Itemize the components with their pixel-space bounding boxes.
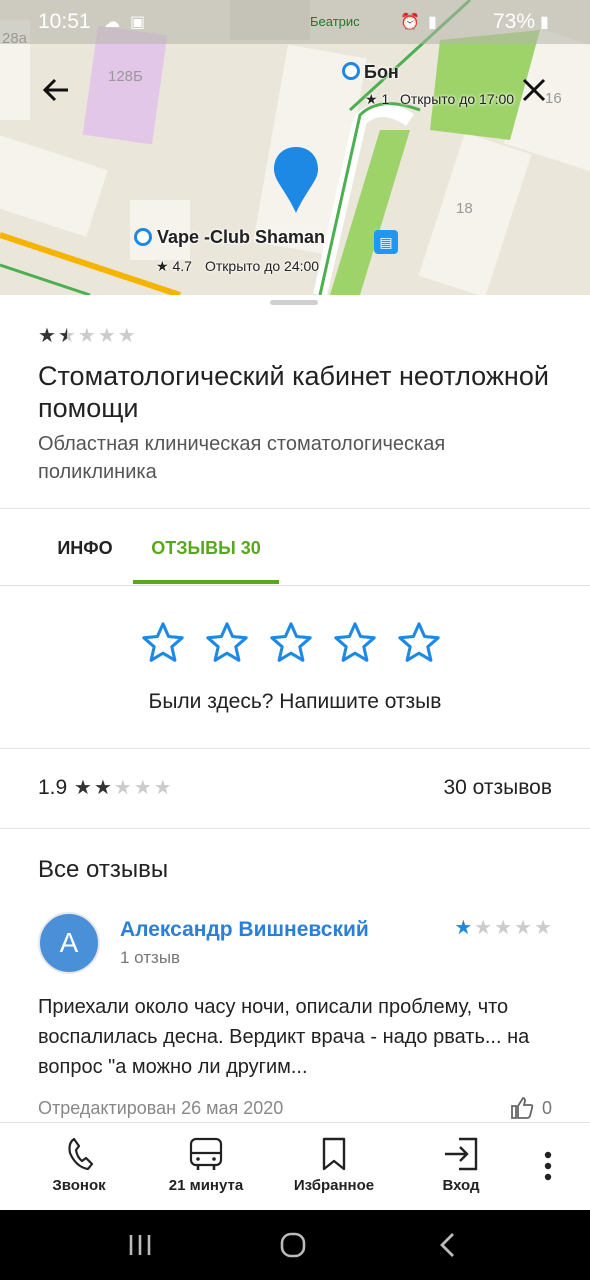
poi-hours: Открыто до 17:00: [400, 91, 515, 107]
review-author[interactable]: Александр Вишневский: [120, 918, 369, 942]
star-icon: ★: [494, 917, 513, 939]
sheet-handle[interactable]: [270, 300, 318, 305]
favorite-button[interactable]: Избранное: [288, 1137, 380, 1194]
tab-info[interactable]: ИНФО: [38, 510, 132, 586]
star-icon: ★: [514, 917, 533, 939]
cloud-icon: ☁: [104, 14, 120, 31]
place-subtitle: Областная клиническая стоматологическая …: [38, 433, 446, 483]
battery-level: 73%: [492, 10, 535, 33]
divider: [0, 748, 590, 749]
poi-rating: ★ 1: [365, 91, 390, 107]
house-number: 18: [456, 200, 473, 217]
divider: [0, 508, 590, 509]
login-label: Вход: [442, 1177, 480, 1194]
house-number: 128Б: [108, 68, 143, 85]
divider: [0, 585, 590, 586]
star-icon: ★: [74, 777, 92, 799]
status-time: 10:51: [38, 10, 91, 33]
poi-marker[interactable]: [134, 228, 152, 246]
home-button[interactable]: [273, 1230, 313, 1260]
image-icon: ▣: [130, 14, 146, 31]
map-view[interactable]: 10:51 ☁ ▣ Беатрис ⏰ ▮ 73% ▮ 28а 128Б 16 …: [0, 0, 590, 295]
summary-stars: ★ ★ ★ ★ ★: [74, 778, 172, 798]
star-icon: ★: [474, 917, 493, 939]
review-edited-date: Отредактирован 26 мая 2020: [38, 1098, 284, 1118]
rate-stars: [140, 620, 442, 666]
like-button[interactable]: 0: [510, 1096, 552, 1120]
star-icon: ★: [93, 777, 112, 799]
star-half-icon: ★: [57, 325, 76, 347]
chevron-left-icon: [440, 1233, 454, 1257]
star-outline-icon[interactable]: [204, 620, 250, 666]
star-outline-icon[interactable]: [332, 620, 378, 666]
place-title: Стоматологический кабинет неотложной пом…: [38, 361, 549, 423]
status-bar: 10:51 ☁ ▣ Беатрис ⏰ ▮ 73% ▮: [0, 0, 590, 44]
more-vertical-icon: [544, 1151, 552, 1181]
average-rating: 1.9: [38, 776, 68, 799]
alarm-icon: ⏰: [400, 14, 420, 31]
star-outline-icon[interactable]: [268, 620, 314, 666]
favorite-label: Избранное: [293, 1177, 375, 1194]
back-button[interactable]: [36, 70, 76, 110]
reviews-heading: Все отзывы: [38, 856, 169, 883]
recent-apps-button[interactable]: [120, 1230, 160, 1260]
system-navigation-bar: [0, 1210, 590, 1280]
star-icon: ★: [97, 325, 116, 347]
home-icon: [280, 1232, 306, 1258]
rating-summary: 1.9 ★ ★ ★ ★ ★ 30 отзывов: [38, 774, 552, 804]
write-review-prompt[interactable]: Были здесь? Напишите отзыв: [0, 690, 590, 714]
back-nav-button[interactable]: [428, 1230, 468, 1260]
call-button[interactable]: Звонок: [42, 1137, 116, 1194]
close-button[interactable]: [514, 70, 554, 110]
signal-icon: ▮: [428, 14, 437, 31]
star-icon: ★: [113, 777, 132, 799]
close-icon: [522, 78, 546, 102]
star-outline-icon[interactable]: [396, 620, 442, 666]
street-label: Беатрис: [310, 14, 360, 29]
tab-active-indicator: [133, 580, 279, 584]
poi-name[interactable]: Бон: [364, 62, 399, 83]
house-number: 28а: [2, 30, 28, 47]
bottom-action-bar: Звонок 21 минута Избранное Вход: [0, 1122, 590, 1210]
review-text[interactable]: Приехали около часу ночи, описали пробле…: [38, 992, 552, 1082]
bus-icon: [189, 1137, 223, 1170]
star-icon: ★: [153, 777, 172, 799]
star-icon: ★: [534, 917, 552, 939]
star-icon: ★: [133, 777, 152, 799]
poi-rating: ★ 4.7: [156, 258, 192, 274]
login-button[interactable]: Вход: [428, 1137, 494, 1194]
star-outline-icon[interactable]: [140, 620, 186, 666]
location-pin-icon[interactable]: [273, 145, 319, 215]
like-count: 0: [541, 1097, 552, 1118]
thumbs-up-icon: [511, 1097, 534, 1119]
more-menu-button[interactable]: [534, 1151, 562, 1181]
phone-icon: [68, 1137, 94, 1171]
reviews-count[interactable]: 30 отзывов: [443, 776, 552, 800]
review-stars: ★ ★ ★ ★ ★: [454, 918, 552, 938]
tabs: ИНФО ОТЗЫВЫ 30: [0, 510, 590, 586]
call-label: Звонок: [52, 1177, 106, 1194]
recent-apps-icon: [129, 1235, 151, 1255]
poi-hours: Открыто до 24:00: [205, 258, 320, 274]
place-header: ★ ★ ★ ★ ★ Стоматологический кабинет неот…: [38, 326, 558, 486]
poi-marker[interactable]: [342, 62, 360, 80]
arrow-left-icon: [42, 78, 68, 102]
battery-icon: ▮: [540, 14, 549, 31]
tab-reviews[interactable]: ОТЗЫВЫ 30: [133, 510, 279, 586]
bookmark-icon: [322, 1137, 346, 1171]
poi-name[interactable]: Vape -Club Shaman: [157, 227, 325, 248]
route-button[interactable]: 21 минута: [160, 1137, 252, 1194]
author-review-count: 1 отзыв: [120, 948, 181, 967]
place-rating-stars: ★ ★ ★ ★ ★: [38, 326, 558, 346]
login-icon: [445, 1137, 478, 1171]
star-icon: ★: [454, 917, 473, 939]
bus-stop-icon[interactable]: ▤: [374, 230, 398, 254]
star-icon: ★: [77, 325, 96, 347]
star-icon: ★: [38, 325, 56, 347]
star-icon: ★: [117, 325, 136, 347]
divider: [0, 828, 590, 829]
route-label: 21 минута: [168, 1177, 244, 1194]
avatar[interactable]: А: [38, 912, 100, 974]
